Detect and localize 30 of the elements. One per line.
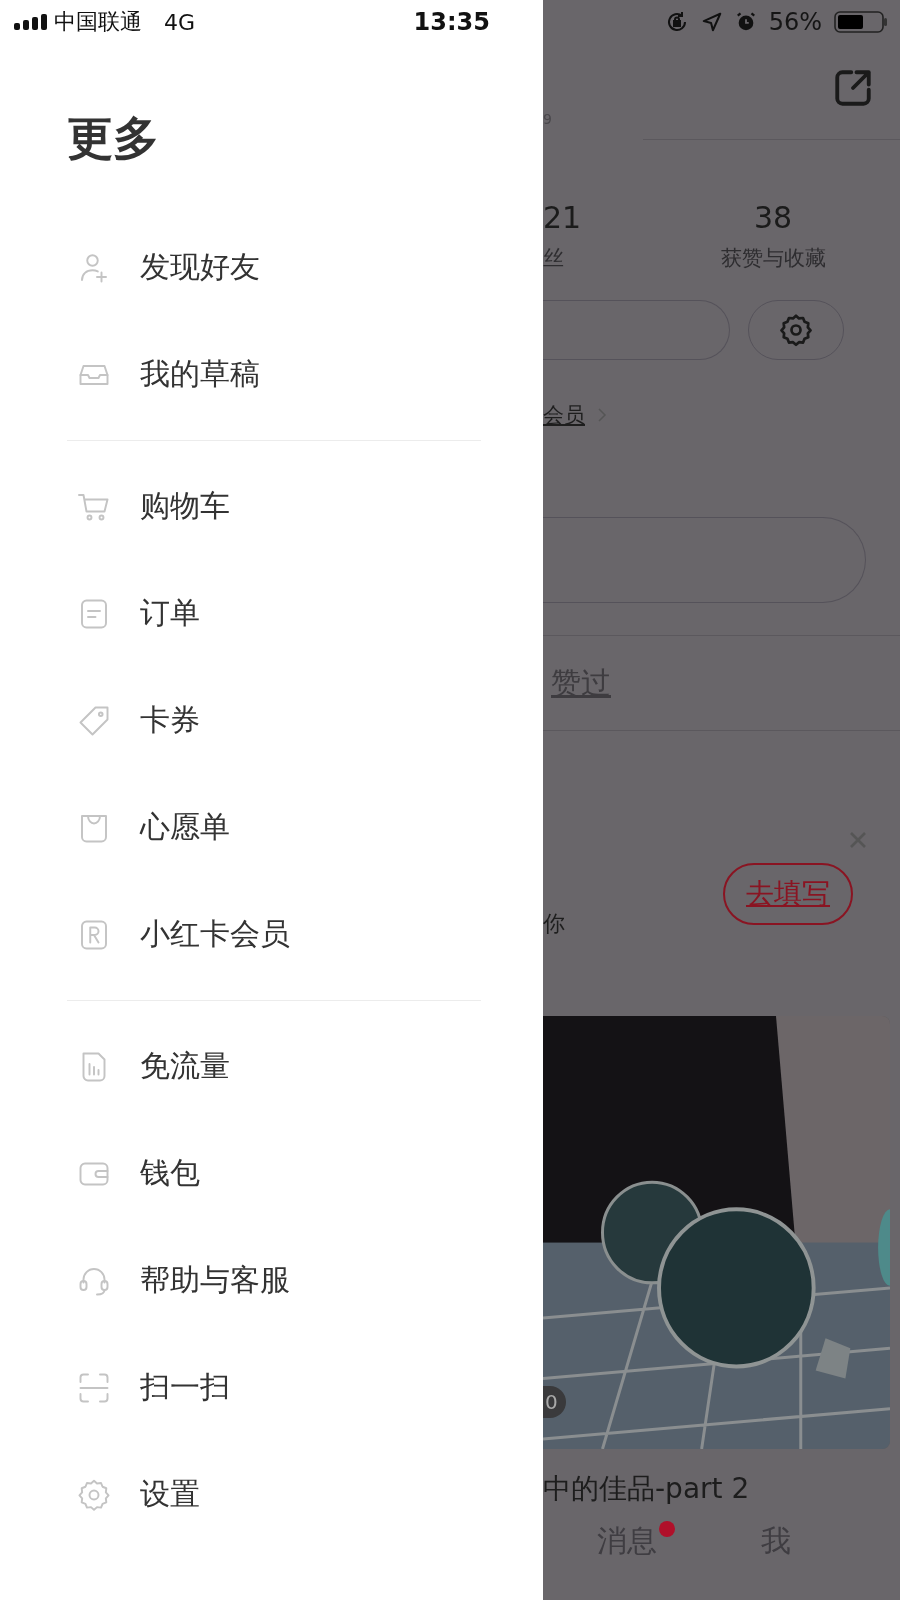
menu-item[interactable]: 发现好友 (0, 214, 543, 321)
menu-item[interactable]: 免流量 (0, 1013, 543, 1120)
location-arrow-icon (700, 11, 723, 33)
menu-item[interactable]: 心愿单 (0, 774, 543, 881)
menu-item[interactable]: 帮助与客服 (0, 1227, 543, 1334)
count-badge: 0 (543, 1386, 566, 1418)
stat-value: 38 (753, 199, 793, 237)
note-title: 中的佳品-part 2 (543, 1471, 751, 1507)
menu-item[interactable]: 扫一扫 (0, 1334, 543, 1441)
menu-item[interactable]: 钱包 (0, 1120, 543, 1227)
stat-label: 丝 (543, 245, 565, 272)
battery-icon (834, 10, 888, 34)
menu-item[interactable]: 小红卡会员 (0, 881, 543, 988)
stat-value: 21 (543, 199, 583, 237)
status-time: 13:35 (413, 8, 490, 36)
network-type: 4G (164, 9, 196, 35)
signal-icon (14, 14, 48, 30)
prompt-text: 你 (543, 910, 565, 938)
settings-icon (778, 312, 814, 348)
menu-item[interactable]: 购物车 (0, 453, 543, 560)
menu-item[interactable]: 设置 (0, 1441, 543, 1548)
alarm-clock-icon (734, 11, 757, 33)
menu-item[interactable]: 订单 (0, 560, 543, 667)
drawer-title: 更多 (67, 110, 160, 166)
battery-percent: 56% (768, 8, 822, 36)
share-icon[interactable] (832, 67, 874, 109)
stat-label: 获赞与收藏 (720, 245, 826, 272)
menu-item[interactable]: 卡券 (0, 667, 543, 774)
carrier-name: 中国联通 (54, 8, 142, 36)
menu-item[interactable]: 我的草稿 (0, 321, 543, 428)
